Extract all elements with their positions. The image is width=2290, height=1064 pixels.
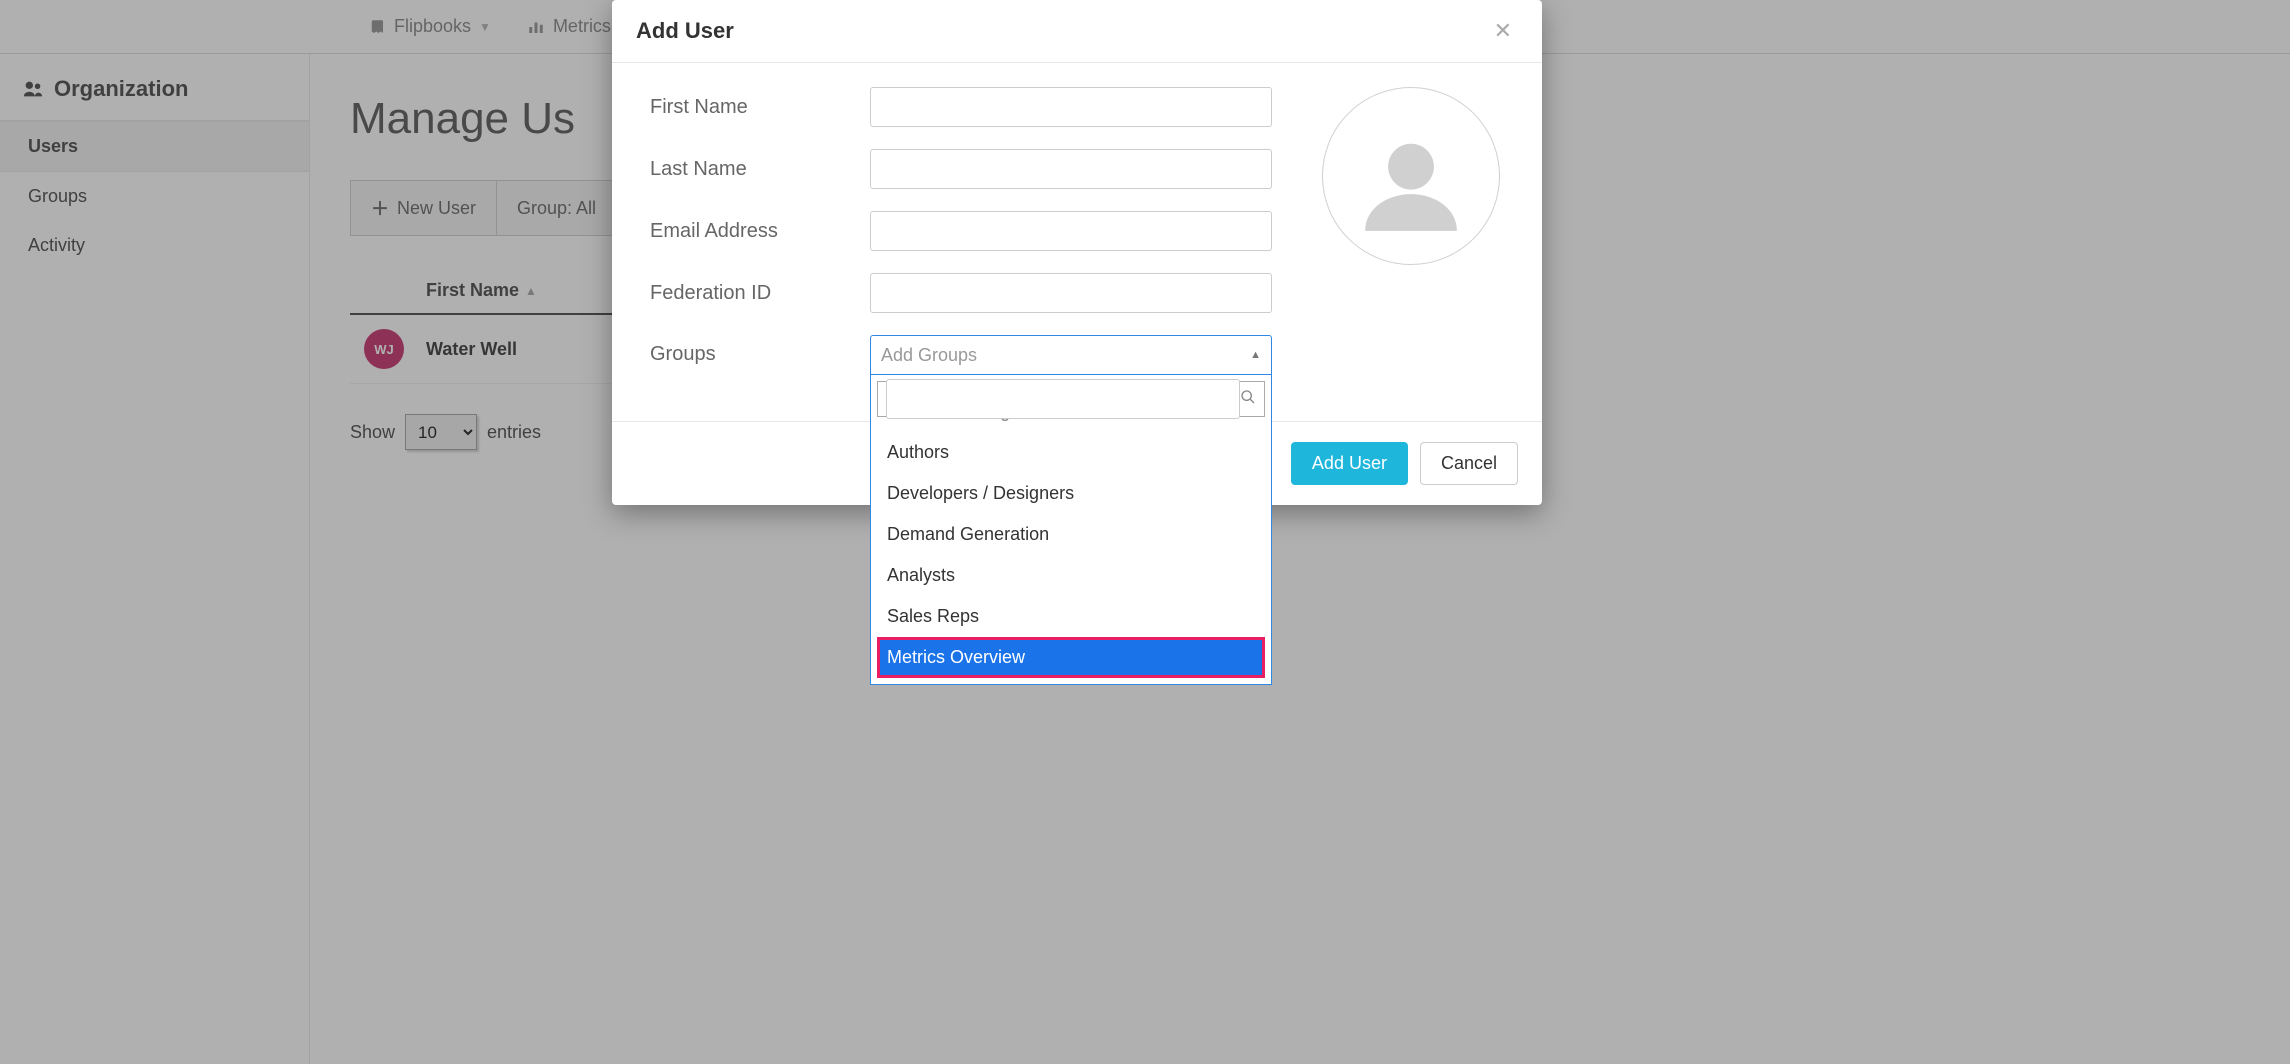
modal-header: Add User ✕ xyxy=(612,0,1542,63)
search-icon xyxy=(1240,389,1256,410)
add-user-button-label: Add User xyxy=(1312,453,1387,473)
first-name-input[interactable] xyxy=(870,87,1272,127)
groups-dropdown: Content Managers Authors Developers / De… xyxy=(870,374,1272,685)
cancel-button-label: Cancel xyxy=(1441,453,1497,473)
groups-search xyxy=(877,381,1265,417)
federation-id-input[interactable] xyxy=(870,273,1272,313)
modal-title: Add User xyxy=(636,18,734,44)
first-name-label: First Name xyxy=(650,96,870,119)
group-option-highlighted[interactable]: Metrics Overview xyxy=(877,637,1265,678)
email-input[interactable] xyxy=(870,211,1272,251)
group-option[interactable]: Demand Generation xyxy=(877,514,1265,555)
groups-field: Add Groups ▲ Content Managers Authors De… xyxy=(870,335,1272,375)
federation-id-row: Federation ID xyxy=(650,273,1520,313)
person-icon xyxy=(1356,130,1466,240)
add-user-modal: Add User ✕ First Name Last Name Email Ad… xyxy=(612,0,1542,505)
group-option[interactable]: Developers / Designers xyxy=(877,473,1265,514)
groups-placeholder: Add Groups xyxy=(881,345,977,366)
modal-body: First Name Last Name Email Address Feder… xyxy=(612,63,1542,421)
cancel-button[interactable]: Cancel xyxy=(1420,442,1518,485)
groups-select[interactable]: Add Groups ▲ xyxy=(870,335,1272,375)
groups-list[interactable]: Content Managers Authors Developers / De… xyxy=(877,419,1265,678)
email-label: Email Address xyxy=(650,220,870,243)
triangle-up-icon: ▲ xyxy=(1250,349,1261,361)
last-name-input[interactable] xyxy=(870,149,1272,189)
groups-row: Groups Add Groups ▲ Content Managers xyxy=(650,335,1520,375)
group-option[interactable]: Authors xyxy=(877,432,1265,473)
groups-search-input[interactable] xyxy=(886,379,1240,419)
groups-label: Groups xyxy=(650,335,870,366)
close-icon[interactable]: ✕ xyxy=(1488,18,1518,44)
group-option[interactable]: Sales Reps xyxy=(877,596,1265,637)
last-name-label: Last Name xyxy=(650,158,870,181)
group-option[interactable]: Content Managers xyxy=(877,419,1265,432)
avatar-placeholder[interactable] xyxy=(1322,87,1500,265)
add-user-button[interactable]: Add User xyxy=(1291,442,1408,485)
group-option[interactable]: Analysts xyxy=(877,555,1265,596)
federation-id-label: Federation ID xyxy=(650,282,870,305)
